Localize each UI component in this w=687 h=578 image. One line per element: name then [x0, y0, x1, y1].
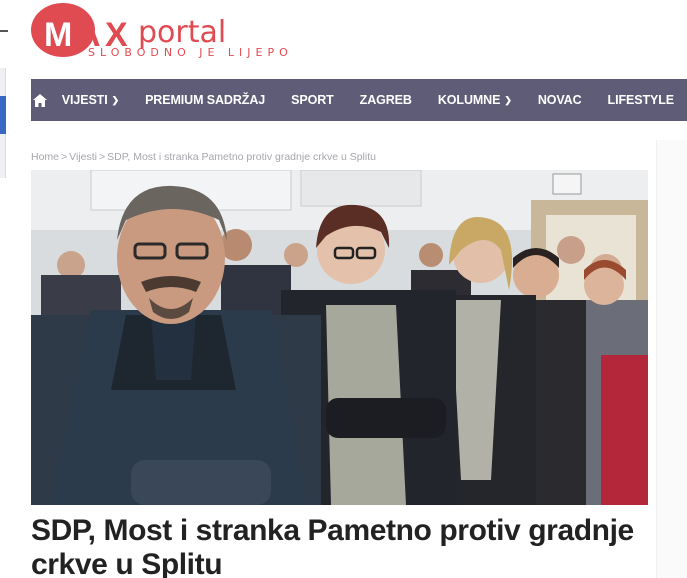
- nav-item-label: NOVAC: [537, 93, 582, 107]
- nav-item-lifestyle[interactable]: LIFESTYLE: [595, 79, 687, 121]
- nav-item-vijesti[interactable]: VIJESTI ❯: [49, 79, 132, 121]
- nav-item-label: KOLUMNE: [437, 93, 501, 107]
- breadcrumb: Home > Vijesti > SDP, Most i stranka Pametno…: [31, 151, 376, 163]
- nav-item-label: LIFESTYLE: [607, 93, 675, 107]
- main-nav: VIJESTI ❯ PREMIUM SADRŽAJ SPORT ZAGREB KO…: [31, 79, 687, 121]
- logo-tagline: SLOBODNO JE LIJEPO: [88, 46, 293, 59]
- article-featured-image[interactable]: [31, 170, 648, 505]
- article-headline: SDP, Most i stranka Pametno protiv gradn…: [31, 514, 634, 578]
- window-edge-accent: [0, 96, 6, 134]
- svg-text:portal: portal: [138, 15, 226, 50]
- sidebar-area: [656, 140, 687, 578]
- crowd-photo-illustration: [31, 170, 648, 505]
- nav-item-zagreb[interactable]: ZAGREB: [347, 79, 425, 121]
- nav-home-button[interactable]: [31, 79, 49, 121]
- nav-item-label: ZAGREB: [359, 93, 412, 107]
- nav-item-label: VIJESTI: [61, 93, 108, 107]
- nav-item-kolumne[interactable]: KOLUMNE ❯: [425, 79, 525, 121]
- svg-text:M: M: [44, 16, 72, 54]
- site-logo[interactable]: M A X portal SLOBODNO JE LIJEPO: [30, 2, 310, 64]
- home-icon: [32, 93, 47, 107]
- breadcrumb-section-link[interactable]: Vijesti: [69, 151, 97, 163]
- breadcrumb-separator: >: [98, 151, 106, 163]
- nav-item-premium-sadrzaj[interactable]: PREMIUM SADRŽAJ: [132, 79, 278, 121]
- nav-item-label: SPORT: [291, 93, 334, 107]
- nav-item-label: PREMIUM SADRŽAJ: [145, 93, 266, 107]
- nav-item-sport[interactable]: SPORT: [278, 79, 347, 121]
- breadcrumb-home-link[interactable]: Home: [31, 151, 59, 163]
- breadcrumb-current: SDP, Most i stranka Pametno protiv gradn…: [107, 151, 376, 163]
- nav-item-novac[interactable]: NOVAC: [525, 79, 595, 121]
- breadcrumb-separator: >: [61, 151, 68, 163]
- chevron-down-icon: ❯: [111, 94, 120, 105]
- chevron-down-icon: ❯: [504, 94, 512, 105]
- window-edge-line: [0, 30, 8, 32]
